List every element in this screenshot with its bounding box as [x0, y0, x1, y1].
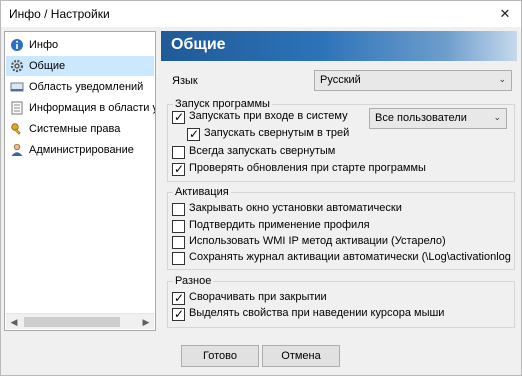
checkbox-label: Сохранять журнал активации автоматически…: [189, 251, 511, 263]
language-select[interactable]: Русский ⌄: [314, 70, 512, 91]
window-title: Инфо / Настройки: [9, 7, 110, 21]
sidebar-item-label: Инфо: [29, 39, 59, 51]
sidebar-item-label: Информация в области у: [29, 102, 156, 114]
checkmark-icon: ✓: [174, 110, 185, 124]
scroll-left-icon[interactable]: ◀: [6, 314, 22, 330]
save-log-checkbox[interactable]: Сохранять журнал активации автоматически…: [172, 250, 515, 266]
sidebar-item-label: Область уведомлений: [29, 81, 144, 93]
sidebar-item-label: Системные права: [29, 123, 121, 135]
checkbox-label: Проверять обновления при старте программ…: [189, 162, 426, 174]
checkbox-box[interactable]: [172, 146, 185, 159]
language-label: Язык: [172, 75, 198, 87]
checkbox-label: Закрывать окно установки автоматически: [189, 202, 402, 214]
checkbox-box[interactable]: ✓: [172, 291, 185, 305]
checkmark-icon: ✓: [189, 127, 200, 141]
sidebar: Инфо Общие Область уведомлений Информаци…: [4, 31, 156, 331]
admin-user-icon: [11, 143, 23, 156]
page-title: Общие: [171, 36, 226, 53]
users-select-value: Все пользователи: [375, 112, 467, 124]
checkbox-box[interactable]: [172, 203, 185, 216]
checkbox-label: Всегда запускать свернутым: [189, 145, 336, 157]
close-button[interactable]: ✕: [495, 4, 515, 24]
ok-button[interactable]: Готово: [181, 345, 259, 367]
group-title: Активация: [173, 186, 231, 198]
scroll-right-icon[interactable]: ▶: [138, 314, 154, 330]
checkbox-label: Использовать WMI IP метод активации (Уст…: [189, 235, 446, 247]
checkbox-label: Сворачивать при закрытии: [189, 291, 327, 303]
users-select[interactable]: Все пользователи ⌄: [369, 108, 507, 129]
sidebar-item-label: Администрирование: [29, 144, 134, 156]
sidebar-item-notification-area[interactable]: Область уведомлений: [6, 77, 154, 97]
sidebar-item-system-rights[interactable]: Системные права: [6, 119, 154, 139]
checkbox-box[interactable]: [172, 252, 185, 265]
checkbox-box[interactable]: [172, 220, 185, 233]
key-icon: [11, 123, 21, 135]
notification-area-icon: [10, 82, 24, 92]
settings-panel: Общие Язык Русский ⌄ Запуск программы ✓ …: [161, 31, 517, 336]
chevron-down-icon: ⌄: [498, 74, 506, 84]
cancel-button[interactable]: Отмена: [262, 345, 340, 367]
group-title: Разное: [173, 275, 214, 287]
checkbox-box[interactable]: ✓: [187, 127, 200, 141]
info-icon: [11, 39, 23, 51]
checkbox-label: Запускать свернутым в трей: [204, 127, 350, 139]
sidebar-item-info[interactable]: Инфо: [6, 35, 154, 55]
checkbox-box[interactable]: [172, 236, 185, 249]
misc-group: Разное: [167, 275, 515, 328]
checkmark-icon: ✓: [174, 307, 185, 321]
checkbox-box[interactable]: ✓: [172, 110, 185, 124]
sidebar-item-label: Общие: [29, 60, 66, 72]
title-bar: Инфо / Настройки ✕: [1, 1, 521, 27]
language-select-value: Русский: [320, 74, 361, 86]
checkmark-icon: ✓: [174, 162, 185, 176]
sidebar-horizontal-scrollbar[interactable]: ◀ ▶: [6, 313, 154, 329]
group-title: Запуск программы: [173, 98, 272, 110]
sidebar-item-general[interactable]: Общие: [6, 56, 154, 76]
checkbox-box[interactable]: ✓: [172, 162, 185, 176]
sidebar-item-administration[interactable]: Администрирование: [6, 140, 154, 160]
checkbox-label: Запускать при входе в систему: [189, 110, 348, 122]
checkbox-label: Подтвердить применение профиля: [189, 219, 370, 231]
sidebar-item-tray-info[interactable]: Информация в области у: [6, 98, 156, 118]
checkbox-label: Выделять свойства при наведении курсора …: [189, 307, 445, 319]
gear-icon: [10, 59, 24, 73]
scrollbar-thumb[interactable]: [24, 317, 120, 327]
page-banner: Общие: [161, 31, 517, 61]
checkbox-box[interactable]: ✓: [172, 307, 185, 321]
tray-info-icon: [11, 101, 23, 115]
checkmark-icon: ✓: [174, 291, 185, 305]
chevron-down-icon: ⌄: [493, 112, 501, 122]
